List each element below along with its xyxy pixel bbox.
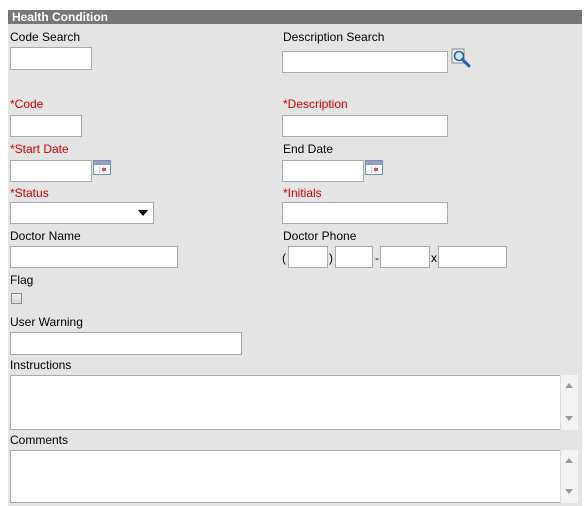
comments-textarea[interactable] (10, 450, 577, 503)
phone-line-input[interactable] (380, 246, 430, 268)
comments-scrollbar[interactable] (560, 450, 578, 503)
instructions-textarea[interactable] (10, 375, 577, 430)
status-label: *Status (10, 186, 49, 200)
scroll-down-icon[interactable] (565, 416, 573, 421)
instructions-scrollbar[interactable] (560, 375, 578, 430)
start-date-label: *Start Date (10, 142, 69, 156)
phone-area-code-input[interactable] (288, 246, 328, 268)
start-date-input[interactable] (10, 160, 92, 182)
magnifier-icon[interactable] (451, 48, 471, 68)
description-search-label: Description Search (283, 30, 385, 44)
description-input[interactable] (282, 115, 448, 137)
phone-prefix-input[interactable] (335, 246, 373, 268)
comments-label: Comments (10, 433, 69, 447)
initials-input[interactable] (282, 202, 448, 224)
scroll-up-icon[interactable] (565, 383, 573, 388)
end-date-label: End Date (283, 142, 334, 156)
phone-dash: - (375, 251, 379, 265)
description-search-input[interactable] (282, 51, 448, 73)
doctor-name-label: Doctor Name (10, 229, 81, 243)
status-select[interactable] (10, 202, 154, 224)
description-label: *Description (283, 97, 348, 111)
phone-close-paren: ) (329, 251, 333, 265)
start-date-calendar-icon[interactable] (93, 160, 111, 175)
flag-checkbox[interactable] (11, 293, 22, 304)
panel-header: Health Condition (8, 10, 582, 24)
code-input[interactable] (10, 115, 82, 137)
flag-label: Flag (10, 273, 34, 287)
user-warning-input[interactable] (10, 332, 242, 355)
doctor-name-input[interactable] (10, 246, 178, 268)
doctor-phone-label: Doctor Phone (283, 229, 357, 243)
phone-extension-input[interactable] (438, 246, 507, 268)
panel-title: Health Condition (12, 10, 108, 24)
instructions-label: Instructions (10, 358, 72, 372)
user-warning-label: User Warning (10, 315, 83, 329)
phone-open-paren: ( (282, 251, 286, 265)
scroll-up-icon[interactable] (565, 458, 573, 463)
initials-label: *Initials (283, 186, 322, 200)
phone-ext-label: x (431, 251, 437, 265)
code-label: *Code (10, 97, 44, 111)
code-search-label: Code Search (10, 30, 81, 44)
end-date-input[interactable] (282, 160, 364, 182)
code-search-input[interactable] (10, 47, 92, 70)
chevron-down-icon (138, 210, 148, 216)
scroll-down-icon[interactable] (565, 489, 573, 494)
end-date-calendar-icon[interactable] (365, 160, 383, 175)
